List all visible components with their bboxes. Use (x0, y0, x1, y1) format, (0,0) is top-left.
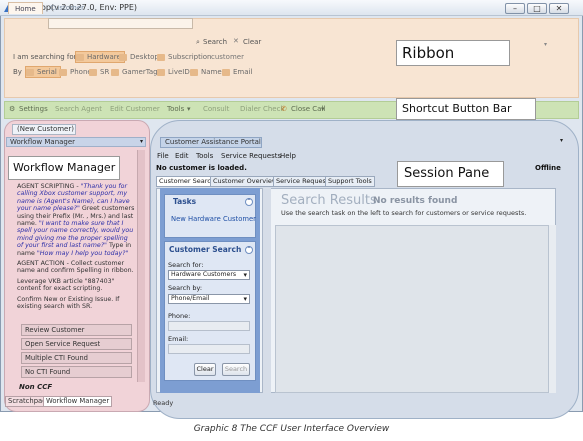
tab-service-request[interactable]: Service Request (273, 176, 332, 187)
non-ccf-label: Non CCF (19, 383, 53, 391)
status-bar-ready: Ready (153, 399, 174, 407)
settings-icon[interactable]: ⚙ (9, 104, 15, 115)
ribbon-tab-customer[interactable]: Customer (44, 2, 90, 14)
search-button[interactable]: Search (222, 363, 250, 376)
figure-caption: Graphic 8 The CCF User Interface Overvie… (193, 424, 390, 434)
search-field-liveid[interactable]: LiveID (157, 67, 190, 77)
search-type-customer-label: customer (211, 53, 244, 61)
clear-icon[interactable]: ✕ (233, 36, 239, 46)
customer-status: No customer is loaded. (156, 164, 247, 172)
results-scrollbar[interactable] (548, 225, 556, 393)
script-label: AGENT SCRIPTING - (17, 183, 79, 190)
close-button[interactable]: ✕ (549, 3, 569, 14)
collapse-icon[interactable]: ⌃ (245, 246, 253, 254)
search-field-email[interactable]: Email (222, 67, 252, 77)
email-input[interactable] (168, 344, 250, 354)
confirm-note: Confirm New or Existing Issue. If existi… (17, 295, 120, 311)
search-by-label: Search by: (168, 284, 203, 292)
shortcut-dialer-check[interactable]: Dialer Check (240, 104, 285, 115)
shortcut-search-agent[interactable]: Search Agent (55, 104, 102, 115)
search-for-select[interactable]: Hardware Customers (168, 270, 250, 280)
session-tab-new-customer[interactable]: (New Customer) (12, 124, 76, 135)
callout-shortcut-bar: Shortcut Button Bar (396, 98, 536, 120)
chevron-down-icon[interactable]: ▾ (140, 138, 143, 145)
shortcut-settings[interactable]: Settings (19, 104, 48, 115)
results-help-text: Use the search task on the left to searc… (281, 209, 527, 217)
tasks-header: Tasks (173, 197, 197, 206)
workflow-scrollbar[interactable] (137, 150, 145, 382)
clear-button[interactable]: Clear (194, 363, 216, 376)
tab-support-tools[interactable]: Support Tools (325, 176, 375, 187)
by-label: By (13, 68, 22, 76)
tab-customer-overview[interactable]: Customer Overview (210, 176, 281, 187)
workflow-manager-header: Workflow Manager (6, 137, 146, 147)
review-customer-button[interactable]: Review Customer (21, 324, 132, 336)
shortcut-consult[interactable]: Consult (203, 104, 229, 115)
menu-help[interactable]: Help (280, 152, 296, 160)
tab-customer-search[interactable]: Customer Search (156, 176, 218, 187)
phone-icon[interactable]: ✆ (281, 104, 287, 115)
collapse-icon[interactable]: ⌃ (245, 198, 253, 206)
search-icon[interactable]: ⌕ (196, 37, 200, 47)
minimize-button[interactable]: – (505, 3, 525, 14)
agent-action: AGENT ACTION - Collect customer name and… (17, 260, 134, 275)
callout-ribbon: Ribbon (396, 40, 510, 66)
phone-label: Phone: (168, 312, 191, 320)
workflow-script: AGENT SCRIPTING - "Thank you for calling… (17, 183, 135, 314)
search-by-select[interactable]: Phone/Email (168, 294, 250, 304)
ribbon-tab-home[interactable]: Home (8, 2, 43, 14)
search-for-label: Search for: (168, 261, 204, 269)
shortcut-edit-customer[interactable]: Edit Customer (110, 104, 160, 115)
callout-session-pane: Session Pane (397, 161, 504, 187)
leverage-note: Leverage VKB article "887403" content fo… (17, 277, 115, 293)
tab-customer-assistance-portal[interactable]: Customer Assistance Portal (160, 137, 262, 148)
new-hardware-customer-link[interactable]: New Hardware Customer (171, 215, 256, 223)
search-field-gamertag[interactable]: GamerTag (111, 67, 158, 77)
maximize-button[interactable]: □ (527, 3, 547, 14)
customer-search-header: Customer Search (169, 245, 242, 254)
chevron-down-icon[interactable]: ▾ (560, 137, 563, 144)
results-list (275, 225, 551, 393)
sidebar-splitter[interactable] (262, 188, 271, 393)
chevron-down-icon[interactable]: ▾ (321, 104, 325, 115)
ribbon-search-button[interactable]: Search (203, 37, 227, 47)
menu-tools[interactable]: Tools (196, 152, 213, 160)
shortcut-tools[interactable]: Tools (167, 104, 184, 115)
search-type-desktop[interactable]: Desktop (119, 52, 159, 62)
ribbon-search-input[interactable] (48, 18, 193, 29)
phone-input[interactable] (168, 321, 250, 331)
menu-edit[interactable]: Edit (175, 152, 189, 160)
script-help: "How may I help you today?" (36, 249, 129, 257)
menu-service-requests[interactable]: Service Requests (221, 152, 281, 160)
search-type-hardware[interactable]: Hardware (75, 51, 125, 63)
no-cti-found-button[interactable]: No CTI Found (21, 366, 132, 378)
search-field-phone[interactable]: Phone (59, 67, 92, 77)
search-field-sr[interactable]: SR (89, 67, 109, 77)
email-label: Email: (168, 335, 189, 343)
tab-workflow-manager[interactable]: Workflow Manager (43, 396, 113, 407)
ribbon-clear-button[interactable]: Clear (243, 37, 261, 47)
search-field-name[interactable]: Name (190, 67, 222, 77)
callout-workflow-manager: Workflow Manager (8, 156, 120, 180)
multiple-cti-found-button[interactable]: Multiple CTI Found (21, 352, 132, 364)
results-count: No results found (373, 196, 458, 206)
search-results-title: Search Results (281, 193, 377, 208)
searching-for-label: I am searching for a (13, 53, 84, 61)
search-field-serial[interactable]: Serial (25, 66, 61, 78)
search-type-subscription[interactable]: Subscription (157, 52, 212, 62)
menu-file[interactable]: File (157, 152, 169, 160)
ribbon-collapse-icon[interactable]: ▾ (544, 41, 547, 48)
offline-status: Offline (535, 164, 561, 172)
chevron-down-icon[interactable]: ▾ (187, 104, 191, 115)
open-service-request-button[interactable]: Open Service Request (21, 338, 132, 350)
